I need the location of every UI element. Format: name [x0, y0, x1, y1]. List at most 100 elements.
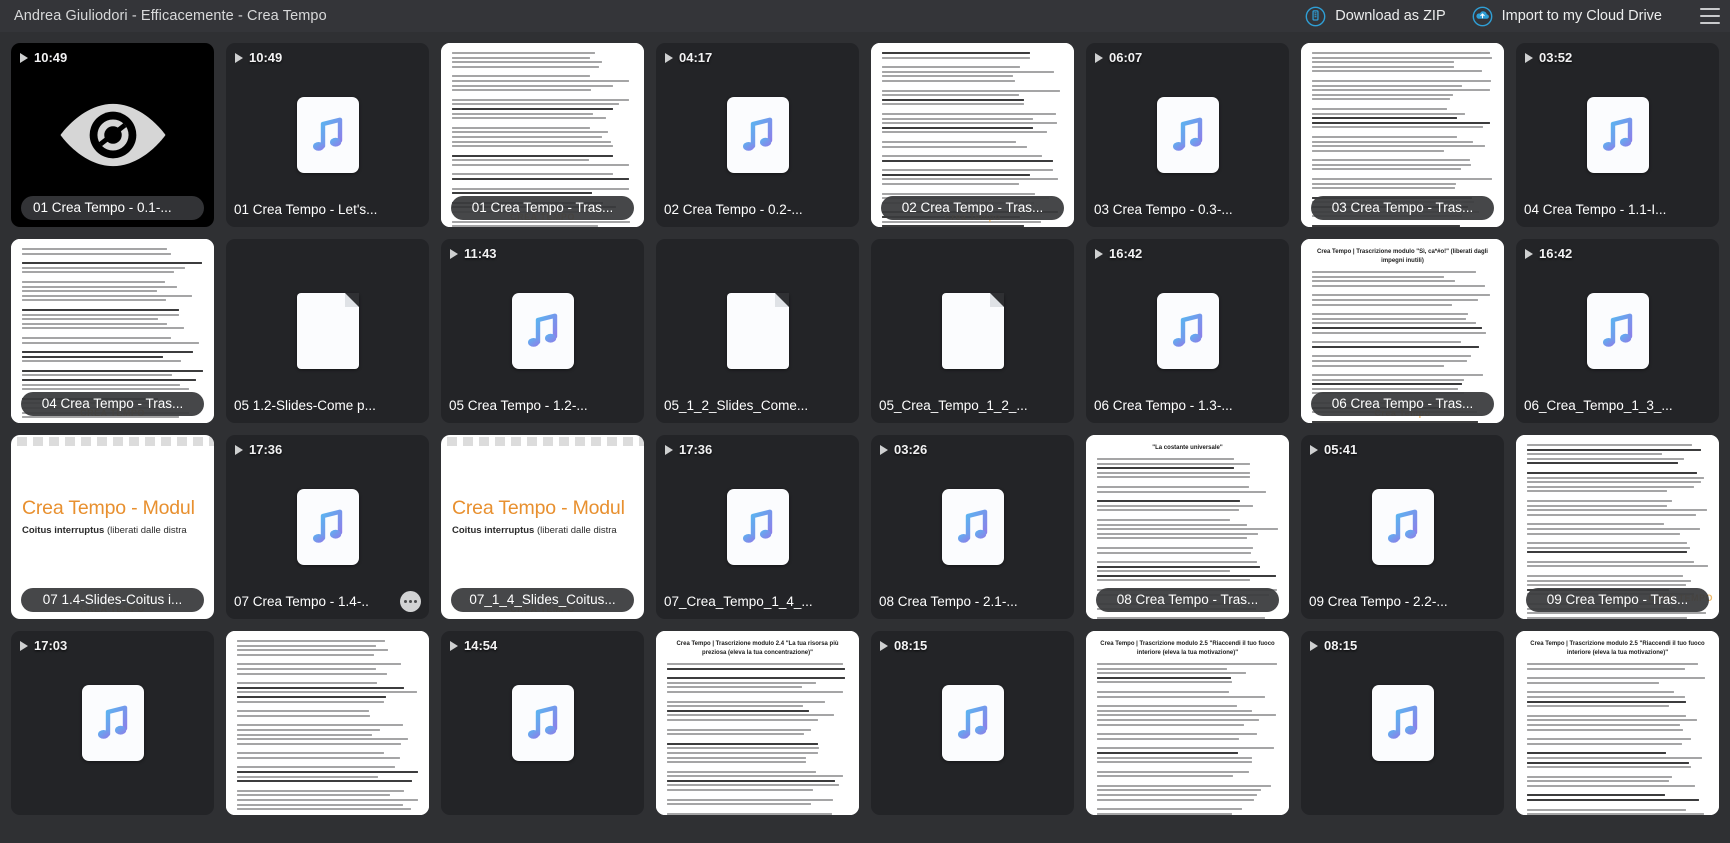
file-name: 01 Crea Tempo - Tras...: [471, 200, 614, 215]
file-tile[interactable]: Crea Tempo | Trascrizione modulo 2.5 "Ri…: [1516, 631, 1719, 815]
file-tile[interactable]: [226, 631, 429, 815]
slide-binding-rings: [11, 437, 214, 446]
blank-document-icon: [296, 293, 359, 369]
duration-badge: 10:49: [235, 50, 282, 65]
tile-caption: 09 Crea Tempo - 2.2-...: [1309, 592, 1496, 612]
document-preview: [226, 631, 429, 815]
play-icon: [880, 640, 888, 651]
file-tile[interactable]: 10:49 01 Crea Tempo - Let's...: [226, 43, 429, 227]
play-icon: [20, 52, 28, 63]
file-tile[interactable]: CREA TEMPO 01 Crea Tempo - Tras...: [441, 43, 644, 227]
file-tile[interactable]: 05:41 09 Crea Tempo - 2.2-...: [1301, 435, 1504, 619]
duration-text: 17:03: [34, 638, 68, 653]
tile-caption: 07_Crea_Tempo_1_4_...: [664, 592, 851, 612]
download-as-zip-button[interactable]: Download as ZIP: [1305, 6, 1446, 27]
eye-logo-icon: [54, 100, 172, 170]
tile-caption: 05_Crea_Tempo_1_2_...: [879, 396, 1066, 416]
audio-file-icon: [1586, 293, 1649, 369]
toolbar-actions: Download as ZIP Import to my Cloud Drive: [1305, 6, 1720, 27]
file-tile[interactable]: Crea Tempo - Modul Coitus interruptus (l…: [441, 435, 644, 619]
file-name: 02 Crea Tempo - Tras...: [901, 200, 1044, 215]
file-tile[interactable]: Crea Tempo - Modul Coitus interruptus (l…: [11, 435, 214, 619]
file-tile[interactable]: 16:42 06_Crea_Tempo_1_3_...: [1516, 239, 1719, 423]
duration-badge: 16:42: [1525, 246, 1572, 261]
file-name: 09 Crea Tempo - 2.2-...: [1309, 594, 1448, 609]
file-tile[interactable]: Crea Tempo | Trascrizione modulo 2.4 "La…: [656, 631, 859, 815]
tile-caption: 07 1.4-Slides-Coitus i...: [21, 588, 204, 612]
audio-file-icon: [1156, 97, 1219, 173]
play-icon: [1525, 248, 1533, 259]
tile-caption: 01 Crea Tempo - Let's...: [234, 200, 421, 220]
slide-subtitle: Coitus interruptus (liberati dalle distr…: [452, 525, 617, 536]
duration-badge: 03:26: [880, 442, 927, 457]
more-options-icon[interactable]: [400, 591, 421, 612]
blank-document-icon: [941, 293, 1004, 369]
file-tile[interactable]: 16:42 06 Crea Tempo - 1.3-...: [1086, 239, 1289, 423]
tile-caption: 05_1_2_Slides_Come...: [664, 396, 851, 416]
play-icon: [450, 248, 458, 259]
audio-file-icon: [81, 685, 144, 761]
duration-badge: 17:03: [20, 638, 67, 653]
tile-caption: 06 Crea Tempo - 1.3-...: [1094, 396, 1281, 416]
file-tile[interactable]: 06:07 03 Crea Tempo - 0.3-...: [1086, 43, 1289, 227]
document-title: Crea Tempo | Trascrizione modulo "Sì, ca…: [1317, 249, 1488, 264]
file-tile[interactable]: 03:26 08 Crea Tempo - 2.1-...: [871, 435, 1074, 619]
file-tile[interactable]: CREA TEMPO 04 Crea Tempo - Tras...: [11, 239, 214, 423]
file-tile[interactable]: 11:43 05 Crea Tempo - 1.2-...: [441, 239, 644, 423]
file-tile[interactable]: 17:03: [11, 631, 214, 815]
duration-badge: 08:15: [880, 638, 927, 653]
file-name: 04 Crea Tempo - Tras...: [41, 396, 184, 411]
play-icon: [450, 640, 458, 651]
play-icon: [880, 444, 888, 455]
tile-caption: 04 Crea Tempo - 1.1-I...: [1524, 200, 1711, 220]
file-tile[interactable]: Crea Tempo | Trascrizione modulo 2.5 "Ri…: [1086, 631, 1289, 815]
page-title: Andrea Giuliodori - Efficacemente - Crea…: [14, 8, 327, 24]
tile-caption: 01 Crea Tempo - 0.1-...: [21, 196, 204, 220]
audio-file-icon: [296, 97, 359, 173]
file-tile[interactable]: 03:52 04 Crea Tempo - 1.1-I...: [1516, 43, 1719, 227]
play-icon: [1525, 52, 1533, 63]
blank-document-icon: [726, 293, 789, 369]
file-tile[interactable]: 05_Crea_Tempo_1_2_...: [871, 239, 1074, 423]
file-name: 05_1_2_Slides_Come...: [664, 398, 809, 413]
hamburger-menu-icon[interactable]: [1700, 8, 1720, 24]
file-tile[interactable]: "La costante universale" 08 Crea Tempo -…: [1086, 435, 1289, 619]
file-name: 05_Crea_Tempo_1_2_...: [879, 398, 1028, 413]
file-tile[interactable]: 04:17 02 Crea Tempo - 0.2-...: [656, 43, 859, 227]
file-tile[interactable]: Crea Tempo 02 Crea Tempo - Tras...: [871, 43, 1074, 227]
document-title: Crea Tempo | Trascrizione modulo 2.5 "Ri…: [1530, 641, 1705, 656]
file-tile[interactable]: 10:49 01 Crea Tempo - 0.1-...: [11, 43, 214, 227]
file-tile[interactable]: 03 Crea Tempo - Tras...: [1301, 43, 1504, 227]
file-tile[interactable]: Crea Tempo | Trascrizione modulo "Sì, ca…: [1301, 239, 1504, 423]
document-preview: Crea Tempo | Trascrizione modulo 2.5 "Ri…: [1516, 631, 1719, 815]
file-tile[interactable]: 05_1_2_Slides_Come...: [656, 239, 859, 423]
document-preview: Crea Tempo | Trascrizione modulo 2.4 "La…: [656, 631, 859, 815]
tile-caption: 03 Crea Tempo - 0.3-...: [1094, 200, 1281, 220]
slide-subtitle: Coitus interruptus (liberati dalle distr…: [22, 525, 187, 536]
duration-text: 10:49: [34, 50, 68, 65]
duration-text: 14:54: [464, 638, 498, 653]
file-tile[interactable]: 17:36 07 Crea Tempo - 1.4-..: [226, 435, 429, 619]
duration-text: 16:42: [1539, 246, 1573, 261]
file-name: 03 Crea Tempo - Tras...: [1331, 200, 1474, 215]
duration-text: 17:36: [679, 442, 713, 457]
duration-text: 10:49: [249, 50, 283, 65]
audio-file-icon: [511, 685, 574, 761]
play-icon: [235, 52, 243, 63]
tile-caption: 01 Crea Tempo - Tras...: [451, 196, 634, 220]
file-tile[interactable]: 17:36 07_Crea_Tempo_1_4_...: [656, 435, 859, 619]
file-grid[interactable]: 10:49 01 Crea Tempo - 0.1-... 10:49 01 C…: [0, 32, 1730, 843]
file-name: 08 Crea Tempo - 2.1-...: [879, 594, 1018, 609]
file-tile[interactable]: 08:15: [1301, 631, 1504, 815]
import-to-cloud-drive-button[interactable]: Import to my Cloud Drive: [1472, 6, 1662, 27]
file-tile[interactable]: CREA TEMPO 09 Crea Tempo - Tras...: [1516, 435, 1719, 619]
tile-caption: 02 Crea Tempo - 0.2-...: [664, 200, 851, 220]
file-tile[interactable]: 14:54: [441, 631, 644, 815]
audio-file-icon: [726, 97, 789, 173]
duration-badge: 17:36: [235, 442, 282, 457]
file-tile[interactable]: 05 1.2-Slides-Come p...: [226, 239, 429, 423]
top-toolbar: Andrea Giuliodori - Efficacemente - Crea…: [0, 0, 1730, 32]
file-tile[interactable]: 08:15: [871, 631, 1074, 815]
tile-caption: 08 Crea Tempo - Tras...: [1096, 588, 1279, 612]
audio-file-icon: [941, 685, 1004, 761]
